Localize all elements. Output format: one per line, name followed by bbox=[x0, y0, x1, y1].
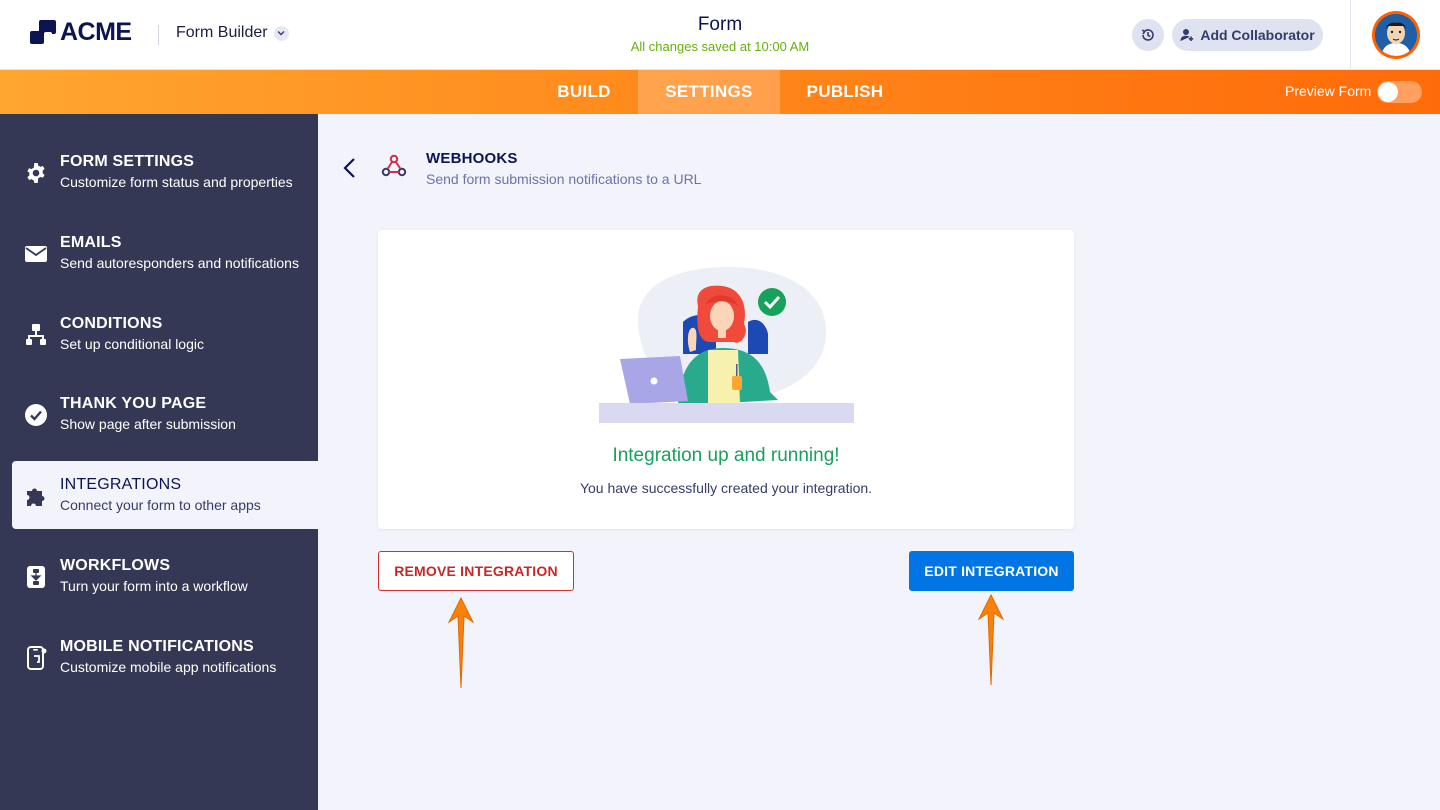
avatar-icon bbox=[1375, 14, 1417, 56]
sidebar-item-title: MOBILE NOTIFICATIONS bbox=[60, 638, 254, 655]
sidebar-item-subtitle: Customize mobile app notifications bbox=[60, 659, 277, 675]
form-title: Form bbox=[697, 14, 743, 35]
sidebar-item-workflows[interactable]: WORKFLOWS Turn your form into a workflow bbox=[12, 542, 318, 610]
toggle-knob bbox=[1378, 82, 1398, 102]
sidebar-item-title: FORM SETTINGS bbox=[60, 153, 195, 170]
remove-integration-button[interactable]: REMOVE INTEGRATION bbox=[378, 551, 574, 591]
annotation-arrow-up-icon bbox=[446, 596, 476, 690]
form-title-block: Form All changes saved at 10:00 AM bbox=[520, 14, 920, 54]
history-button[interactable] bbox=[1132, 19, 1164, 51]
sidebar-item-title: WORKFLOWS bbox=[60, 557, 171, 574]
sidebar-item-form-settings[interactable]: FORM SETTINGS Customize form status and … bbox=[12, 138, 318, 206]
page-subtitle: Send form submission notifications to a … bbox=[426, 171, 702, 187]
user-avatar[interactable] bbox=[1372, 11, 1420, 59]
flow-tree-icon bbox=[23, 322, 49, 348]
webhook-icon bbox=[380, 152, 408, 180]
edit-integration-button[interactable]: EDIT INTEGRATION bbox=[909, 551, 1074, 591]
tab-settings[interactable]: SETTINGS bbox=[638, 70, 780, 114]
header-divider bbox=[158, 25, 159, 45]
logo-mark-icon bbox=[30, 19, 56, 46]
sidebar-item-conditions[interactable]: CONDITIONS Set up conditional logic bbox=[12, 300, 318, 368]
sidebar-item-subtitle: Customize form status and properties bbox=[60, 174, 293, 190]
history-icon bbox=[1141, 29, 1154, 41]
sidebar-item-subtitle: Set up conditional logic bbox=[60, 336, 204, 352]
puzzle-icon bbox=[23, 483, 49, 509]
gear-icon bbox=[23, 160, 49, 186]
preview-form-toggle[interactable] bbox=[1377, 81, 1422, 103]
add-user-icon bbox=[1180, 29, 1194, 41]
sidebar-item-title: THANK YOU PAGE bbox=[60, 395, 207, 412]
add-collaborator-button[interactable]: Add Collaborator bbox=[1172, 19, 1323, 51]
logo-text: ACME bbox=[60, 18, 132, 46]
sidebar-item-subtitle: Turn your form into a workflow bbox=[60, 578, 248, 594]
success-illustration bbox=[598, 264, 858, 428]
app-switcher[interactable]: Form Builder bbox=[176, 24, 289, 42]
tab-build[interactable]: BUILD bbox=[534, 70, 634, 114]
page-title: WEBHOOKS bbox=[426, 150, 518, 167]
sidebar-item-subtitle: Show page after submission bbox=[60, 416, 236, 432]
top-bar: ACME Form Builder Form All changes saved… bbox=[0, 0, 1440, 70]
envelope-icon bbox=[23, 241, 49, 267]
avatar-divider bbox=[1350, 0, 1351, 70]
sidebar-item-emails[interactable]: EMAILS Send autoresponders and notificat… bbox=[12, 219, 318, 287]
add-collaborator-label: Add Collaborator bbox=[1200, 27, 1315, 43]
sidebar-item-title: EMAILS bbox=[60, 234, 122, 251]
sidebar-item-title: INTEGRATIONS bbox=[60, 476, 182, 493]
success-title: Integration up and running! bbox=[612, 445, 840, 466]
success-message: You have successfully created your integ… bbox=[579, 480, 873, 496]
acme-logo[interactable]: ACME bbox=[30, 18, 132, 47]
main-nav-bar: BUILD SETTINGS PUBLISH Preview Form bbox=[0, 70, 1440, 114]
app-switcher-label: Form Builder bbox=[176, 24, 268, 41]
mobile-icon bbox=[23, 645, 49, 671]
back-button[interactable] bbox=[340, 156, 360, 180]
save-status: All changes saved at 10:00 AM bbox=[630, 39, 810, 54]
tab-publish[interactable]: PUBLISH bbox=[780, 70, 910, 114]
workflow-icon bbox=[23, 564, 49, 590]
check-circle-icon bbox=[23, 402, 49, 428]
sidebar-item-subtitle: Connect your form to other apps bbox=[60, 497, 261, 513]
preview-form-label: Preview Form bbox=[1285, 83, 1372, 99]
sidebar-item-title: CONDITIONS bbox=[60, 315, 163, 332]
chevron-down-icon bbox=[273, 25, 289, 41]
chevron-left-icon bbox=[343, 158, 355, 178]
sidebar-item-thank-you-page[interactable]: THANK YOU PAGE Show page after submissio… bbox=[12, 380, 318, 448]
sidebar-item-subtitle: Send autoresponders and notifications bbox=[60, 255, 299, 271]
sidebar-item-mobile-notifications[interactable]: MOBILE NOTIFICATIONS Customize mobile ap… bbox=[12, 623, 318, 691]
sidebar-item-integrations[interactable]: INTEGRATIONS Connect your form to other … bbox=[12, 461, 318, 529]
annotation-arrow-up-icon bbox=[976, 593, 1006, 687]
